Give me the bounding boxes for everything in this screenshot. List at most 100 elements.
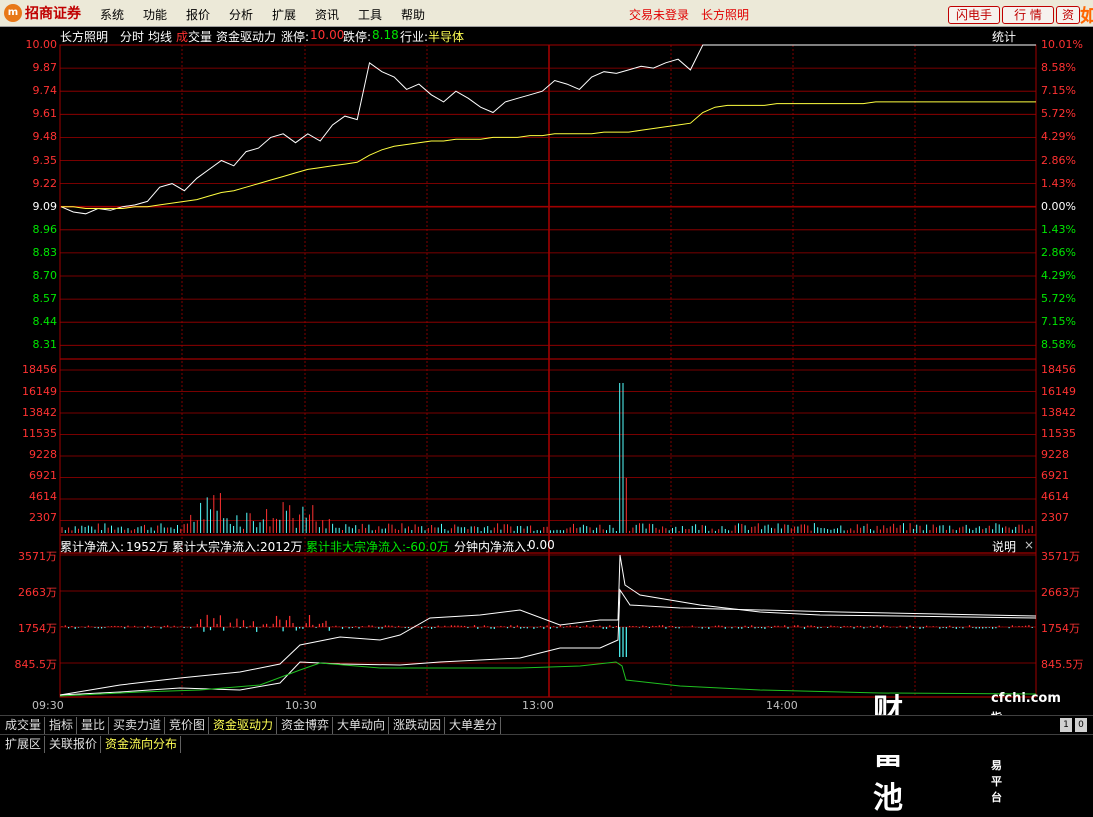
percent-tick-label: 1.43% (1041, 222, 1076, 236)
volume-tick-label: 16149 (22, 385, 57, 398)
menu-quote[interactable]: 报价 (186, 6, 210, 23)
block-net-value: 2012万 (260, 540, 303, 554)
indicator-tab-2[interactable]: 量比 (78, 717, 110, 734)
price-tick-label: 8.83 (32, 245, 58, 259)
menu-tools[interactable]: 工具 (358, 6, 382, 23)
flow-header: 累计净流入: 1952万 累计大宗净流入: 2012万 累计非大宗净流入: -6… (60, 537, 1036, 555)
close-icon[interactable]: × (1024, 538, 1034, 552)
time-label: 10:30 (285, 699, 317, 712)
mode-intraday[interactable]: 分时 (120, 28, 144, 45)
intraday-chart[interactable] (0, 0, 1093, 754)
percent-tick-label: 2.86% (1041, 153, 1076, 167)
stock-header: 长方照明 分时 均线 成 交量 资金驱动力 涨停: 10.00 跌停: 8.18… (0, 27, 1093, 45)
price-tick-label: 9.61 (32, 107, 58, 121)
indicator-tab-4[interactable]: 竞价图 (166, 717, 210, 734)
industry-label: 行业: (400, 30, 429, 44)
limit-up-label: 涨停: (281, 30, 310, 44)
app-logo: m 招商证券 (4, 4, 81, 22)
menu-system[interactable]: 系统 (100, 6, 124, 23)
indicator-tab-5[interactable]: 资金驱动力 (210, 717, 278, 734)
flow-tick-label: 3571万 (18, 550, 57, 563)
percent-tick-label: 8.58% (1041, 61, 1076, 75)
volume-tick-label: 6921 (29, 469, 57, 482)
menu-function[interactable]: 功能 (143, 6, 167, 23)
volume-label-char: 成 (176, 30, 189, 44)
stats-button[interactable]: 统计 (992, 28, 1016, 45)
price-tick-label: 9.09 (32, 199, 58, 213)
price-tick-label: 9.35 (32, 153, 58, 167)
price-tick-label: 8.31 (32, 338, 58, 352)
percent-tick-label: 5.72% (1041, 292, 1076, 306)
volume-label[interactable]: 交量 (188, 28, 212, 45)
top-stock-name: 长方照明 (701, 8, 750, 22)
volume-tick-label: 9228 (29, 448, 57, 461)
indicator-tab-8[interactable]: 涨跌动因 (390, 717, 446, 734)
percent-tick-label: 7.15% (1041, 315, 1076, 329)
cum-net-line (59, 554, 1037, 696)
price-tick-label: 9.87 (32, 61, 58, 75)
percent-tick-label: 0.00% (1041, 199, 1076, 213)
flow-tick-label: 845.5万 (14, 658, 58, 671)
volume-tick-label: 11535 (1041, 427, 1076, 440)
scroll-right-button[interactable]: 0 (1075, 718, 1087, 732)
login-status[interactable]: 交易未登录 (629, 6, 689, 23)
time-label: 13:00 (522, 699, 554, 712)
volume-tick-label: 4614 (29, 490, 57, 503)
volume-tick-label: 13842 (1041, 406, 1076, 419)
nonblock-net-value: -60.0万 (406, 540, 450, 554)
indicator-tab-9[interactable]: 大单差分 (446, 717, 502, 734)
limit-down-label: 跌停: (343, 30, 372, 44)
indicator-tab-3[interactable]: 买卖力道 (110, 717, 166, 734)
chart-frame (59, 44, 1037, 698)
stock-name: 长方照明 (60, 30, 109, 44)
flow-tick-label: 845.5万 (1041, 658, 1084, 671)
price-tick-label: 9.48 (32, 130, 58, 144)
nonblock-net-label: 累计非大宗净流入: (306, 540, 407, 554)
menu-help[interactable]: 帮助 (401, 6, 425, 23)
price-tick-label: 10.00 (25, 38, 58, 51)
percent-tick-label: 8.58% (1041, 338, 1076, 352)
market-button[interactable]: 行 情 (1002, 6, 1054, 24)
scroll-left-button[interactable]: 1 (1060, 718, 1072, 732)
indicator-tab-6[interactable]: 资金博弈 (278, 717, 334, 734)
volume-tick-label: 11535 (22, 427, 57, 440)
logo-mark-icon: m (4, 4, 22, 22)
menu-extend[interactable]: 扩展 (272, 6, 296, 23)
volume-tick-label: 18456 (22, 363, 57, 376)
flow-tick-label: 2663万 (1041, 586, 1080, 599)
percent-tick-label: 4.29% (1041, 269, 1076, 282)
volume-tick-label: 13842 (22, 406, 57, 419)
block-net-label: 累计大宗净流入: (172, 540, 261, 554)
extension-tab-2[interactable]: 资金流向分布 (102, 736, 182, 753)
limit-up-value: 10.00 (310, 28, 345, 42)
menu-news[interactable]: 资讯 (315, 6, 339, 23)
explain-button[interactable]: 说明 (992, 538, 1016, 555)
flash-trade-button[interactable]: 闪电手 (948, 6, 1000, 24)
info-button[interactable]: 资 (1056, 6, 1080, 24)
menu-bar: m 招商证券 系统 功能 报价 分析 扩展 资讯 工具 帮助 交易未登录 长方照… (0, 0, 1093, 27)
industry-value[interactable]: 半导体 (428, 28, 464, 45)
price-line (60, 44, 1036, 215)
percent-tick-label: 2.86% (1041, 245, 1076, 259)
volume-tick-label: 6921 (1041, 469, 1069, 482)
indicator-tabs: 成交量 指标 量比 买卖力道 竞价图 资金驱动力 资金博弈 大单动向 涨跌动因 大单差分 (0, 715, 1093, 735)
percent-tick-label: 7.15% (1041, 84, 1076, 98)
indicator-name[interactable]: 资金驱动力 (216, 28, 276, 45)
minute-net-value: 0.00 (528, 538, 555, 552)
extension-tab-1[interactable]: 关联报价 (46, 736, 102, 753)
menu-analysis[interactable]: 分析 (229, 6, 253, 23)
cum-net-value: 1952万 (126, 540, 169, 554)
avg-line-label[interactable]: 均线 (148, 28, 172, 45)
indicator-tab-7[interactable]: 大单动向 (334, 717, 390, 734)
block-net-line (59, 588, 1037, 696)
percent-tick-label: 5.72% (1041, 107, 1076, 121)
indicator-tab-1[interactable]: 指标 (46, 717, 78, 734)
volume-tick-label: 4614 (1041, 490, 1069, 503)
edge-char: 如 (1080, 6, 1093, 27)
price-tick-label: 8.70 (32, 269, 58, 282)
volume-tick-label: 2307 (1041, 511, 1069, 524)
price-tick-label: 8.44 (32, 315, 58, 329)
volume-tick-label: 2307 (29, 511, 57, 524)
indicator-tab-0[interactable]: 成交量 (2, 717, 46, 734)
extension-tab-0[interactable]: 扩展区 (2, 736, 46, 753)
